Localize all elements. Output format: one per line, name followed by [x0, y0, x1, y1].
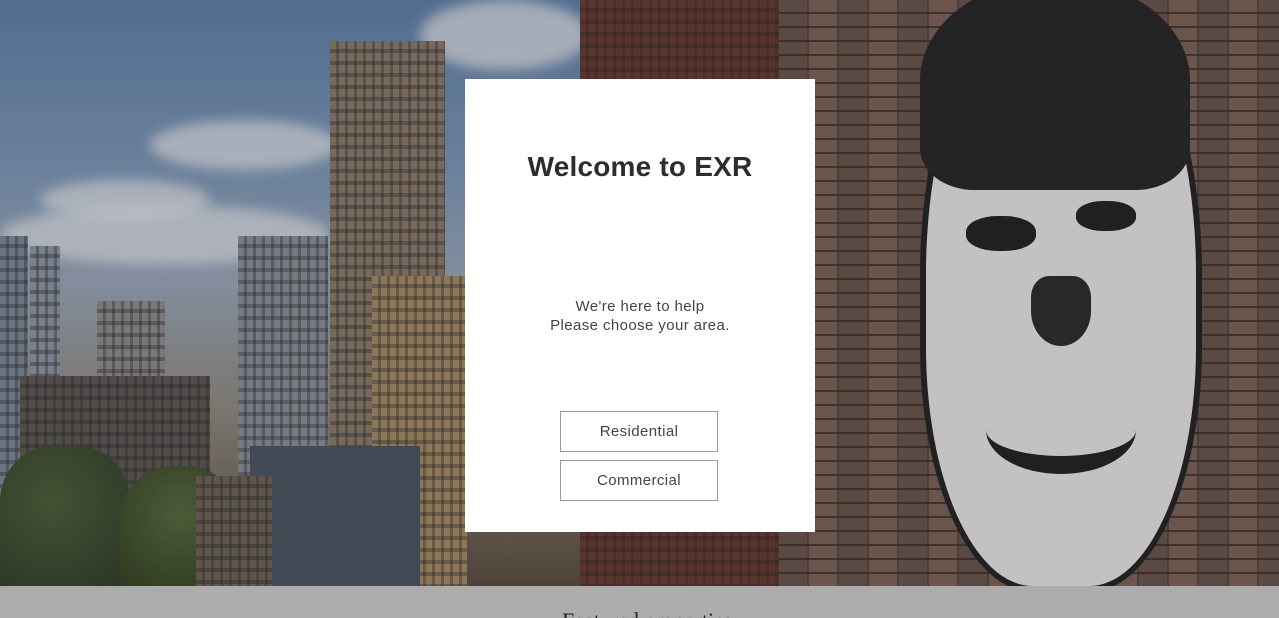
featured-heading: Featured properties: [562, 608, 732, 618]
modal-title: Welcome to EXR: [527, 151, 753, 182]
modal-message-line1: We're here to help: [575, 298, 705, 315]
footer-strip: Featured properties: [0, 586, 1279, 618]
modal-message-line2: Please choose your area.: [550, 317, 730, 334]
welcome-modal: Welcome to EXR We're here to help Please…: [465, 79, 815, 532]
modal-message: We're here to help Please choose your ar…: [465, 297, 815, 335]
residential-button[interactable]: Residential: [560, 411, 718, 452]
commercial-button[interactable]: Commercial: [560, 460, 718, 501]
